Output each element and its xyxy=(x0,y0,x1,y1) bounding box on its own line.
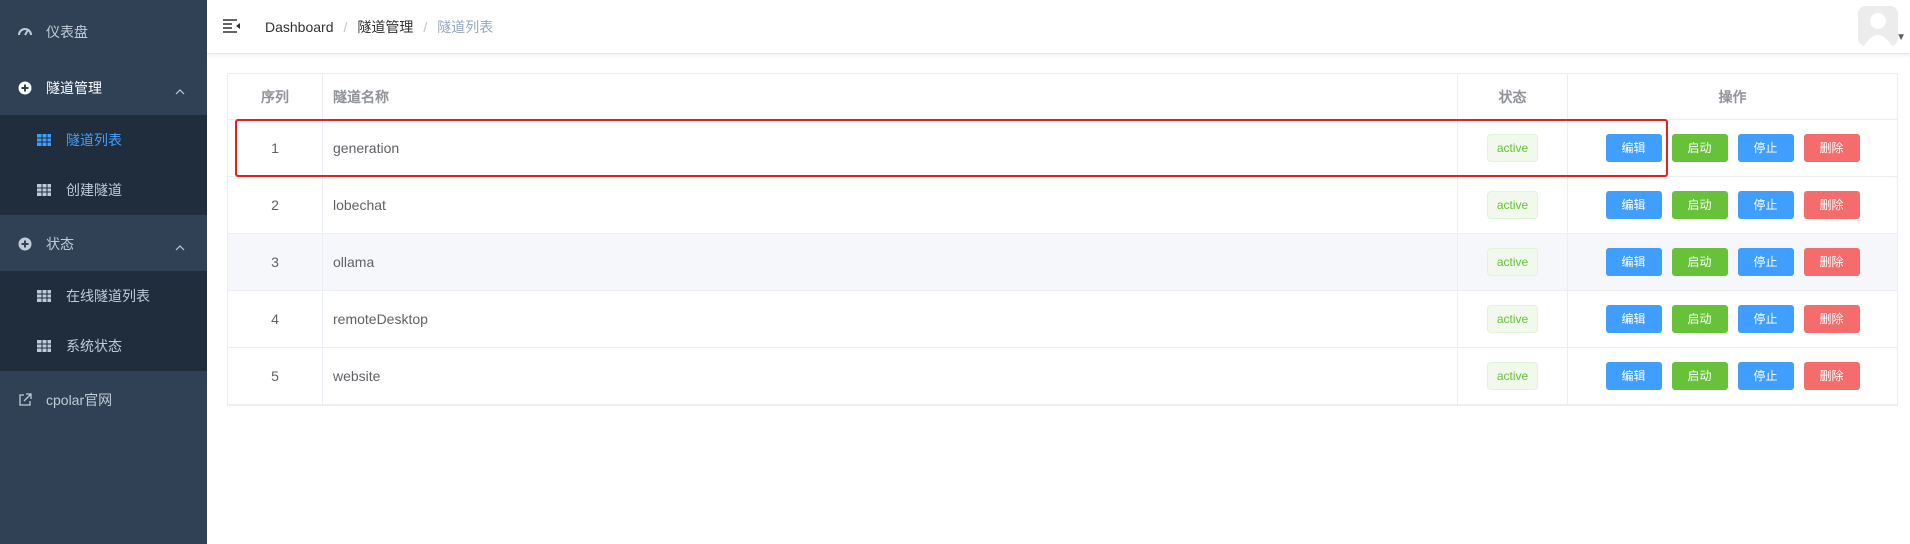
sidebar-item-label: 创建隧道 xyxy=(66,182,122,198)
row-name: ollama xyxy=(323,234,1458,290)
table-icon xyxy=(36,134,52,146)
sidebar: 仪表盘 隧道管理 隧道列表 创建隧道 状态 在线隧道列表 系统状态 cpolar… xyxy=(0,0,207,544)
table-icon xyxy=(36,290,52,302)
row-status: active xyxy=(1458,177,1568,233)
sidebar-item-label: 隧道列表 xyxy=(66,132,122,148)
edit-button[interactable]: 编辑 xyxy=(1605,248,1662,276)
header-status: 状态 xyxy=(1458,74,1568,119)
sidebar-item-label: 在线隧道列表 xyxy=(66,288,150,304)
stop-button[interactable]: 停止 xyxy=(1737,191,1794,219)
status-badge: active xyxy=(1486,191,1539,219)
chevron-up-icon xyxy=(175,238,185,254)
avatar[interactable] xyxy=(1858,6,1898,46)
status-badge: active xyxy=(1486,134,1539,162)
menu-item-dashboard[interactable]: 仪表盘 xyxy=(0,4,207,60)
breadcrumb-separator: / xyxy=(343,19,348,35)
menu-item-cpolar-site[interactable]: cpolar官网 xyxy=(0,372,207,428)
stop-button[interactable]: 停止 xyxy=(1737,248,1794,276)
plus-circle-icon xyxy=(16,81,34,95)
menu-label: cpolar官网 xyxy=(46,392,113,408)
edit-button[interactable]: 编辑 xyxy=(1605,362,1662,390)
sidebar-item-create-tunnel[interactable]: 创建隧道 xyxy=(0,165,207,215)
row-index: 3 xyxy=(228,234,323,290)
start-button[interactable]: 启动 xyxy=(1671,191,1728,219)
row-name: website xyxy=(323,348,1458,404)
row-ops: 编辑 启动 停止 删除 xyxy=(1568,291,1897,347)
row-ops: 编辑 启动 停止 删除 xyxy=(1568,234,1897,290)
breadcrumb-tunnel-management[interactable]: 隧道管理 xyxy=(357,17,413,37)
row-name: generation xyxy=(323,120,1458,176)
delete-button[interactable]: 删除 xyxy=(1803,305,1860,333)
status-badge: active xyxy=(1486,305,1539,333)
breadcrumb-tunnel-list: 隧道列表 xyxy=(437,19,494,35)
table-row: 1 generation active 编辑 启动 停止 删除 xyxy=(228,120,1897,177)
row-name: remoteDesktop xyxy=(323,291,1458,347)
header-ops: 操作 xyxy=(1718,88,1747,105)
row-ops: 编辑 启动 停止 删除 xyxy=(1568,177,1897,233)
row-index: 4 xyxy=(228,291,323,347)
table-row: 5 website active 编辑 启动 停止 删除 xyxy=(228,348,1897,405)
breadcrumb: Dashboard / 隧道管理 / 隧道列表 xyxy=(265,0,493,54)
row-ops: 编辑 启动 停止 删除 xyxy=(1568,120,1897,176)
header-index: 序列 xyxy=(228,74,323,119)
external-link-icon xyxy=(16,393,34,407)
tunnel-table: 序列 隧道名称 状态 操作 1 generation active 编辑 启动 … xyxy=(227,73,1898,406)
menu-label: 仪表盘 xyxy=(46,24,88,40)
hamburger-icon[interactable] xyxy=(223,18,241,36)
navbar: Dashboard / 隧道管理 / 隧道列表 ▼ xyxy=(207,0,1910,54)
sidebar-item-system-status[interactable]: 系统状态 xyxy=(0,321,207,371)
row-status: active xyxy=(1458,348,1568,404)
row-name: lobechat xyxy=(323,177,1458,233)
start-button[interactable]: 启动 xyxy=(1671,362,1728,390)
header-name: 隧道名称 xyxy=(323,74,1458,119)
chevron-up-icon xyxy=(175,82,185,98)
row-index: 2 xyxy=(228,177,323,233)
row-status: active xyxy=(1458,234,1568,290)
stop-button[interactable]: 停止 xyxy=(1737,362,1794,390)
delete-button[interactable]: 删除 xyxy=(1803,248,1860,276)
dashboard-icon xyxy=(16,25,34,39)
sidebar-item-tunnel-list[interactable]: 隧道列表 xyxy=(0,115,207,165)
sidebar-item-online-tunnels[interactable]: 在线隧道列表 xyxy=(0,271,207,321)
menu-label: 隧道管理 xyxy=(46,80,102,96)
edit-button[interactable]: 编辑 xyxy=(1605,134,1662,162)
start-button[interactable]: 启动 xyxy=(1671,305,1728,333)
delete-button[interactable]: 删除 xyxy=(1803,134,1860,162)
stop-button[interactable]: 停止 xyxy=(1737,134,1794,162)
menu-item-status[interactable]: 状态 xyxy=(0,216,207,272)
start-button[interactable]: 启动 xyxy=(1671,248,1728,276)
status-badge: active xyxy=(1486,362,1539,390)
start-button[interactable]: 启动 xyxy=(1671,134,1728,162)
edit-button[interactable]: 编辑 xyxy=(1605,305,1662,333)
delete-button[interactable]: 删除 xyxy=(1803,191,1860,219)
caret-down-icon[interactable]: ▼ xyxy=(1896,32,1906,43)
stop-button[interactable]: 停止 xyxy=(1737,305,1794,333)
row-index: 5 xyxy=(228,348,323,404)
table-row: 4 remoteDesktop active 编辑 启动 停止 删除 xyxy=(228,291,1897,348)
menu-label: 状态 xyxy=(46,236,74,252)
table-row: 3 ollama active 编辑 启动 停止 删除 xyxy=(228,234,1897,291)
table-icon xyxy=(36,340,52,352)
status-badge: active xyxy=(1486,248,1539,276)
sidebar-item-label: 系统状态 xyxy=(66,338,122,354)
delete-button[interactable]: 删除 xyxy=(1803,362,1860,390)
row-status: active xyxy=(1458,120,1568,176)
row-ops: 编辑 启动 停止 删除 xyxy=(1568,348,1897,404)
plus-circle-icon xyxy=(16,237,34,251)
row-status: active xyxy=(1458,291,1568,347)
breadcrumb-dashboard[interactable]: Dashboard xyxy=(265,19,334,35)
table-icon xyxy=(36,184,52,196)
menu-item-tunnel-management[interactable]: 隧道管理 xyxy=(0,60,207,116)
edit-button[interactable]: 编辑 xyxy=(1605,191,1662,219)
breadcrumb-separator: / xyxy=(423,19,428,35)
table-header: 序列 隧道名称 状态 操作 xyxy=(228,74,1897,120)
table-row: 2 lobechat active 编辑 启动 停止 删除 xyxy=(228,177,1897,234)
row-index: 1 xyxy=(228,120,323,176)
